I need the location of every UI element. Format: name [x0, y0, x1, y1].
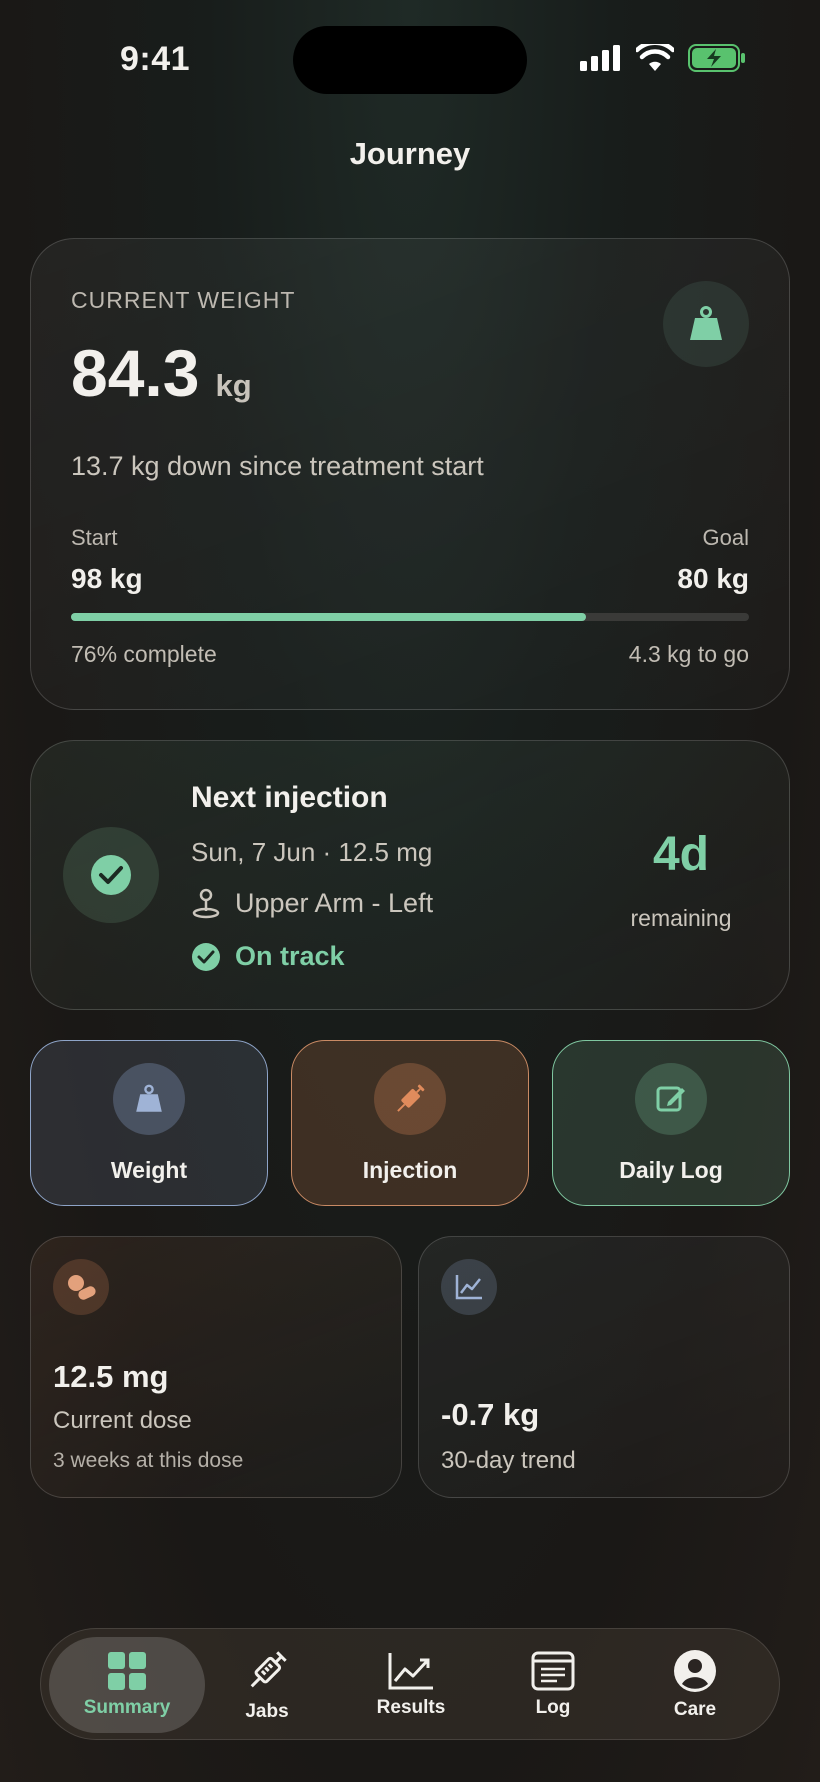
- pills-icon: [53, 1259, 109, 1315]
- weight-number: 84.3: [71, 336, 200, 410]
- injection-site-text: Upper Arm - Left: [235, 887, 434, 918]
- tab-summary-label: Summary: [83, 1697, 171, 1718]
- syringe-icon: [374, 1063, 446, 1135]
- daily-log-button[interactable]: Daily Log: [552, 1040, 790, 1206]
- current-dose-card[interactable]: 12.5 mg Current dose 3 weeks at this dos…: [30, 1236, 402, 1498]
- chart-icon: [388, 1653, 433, 1690]
- weight-icon: [663, 281, 749, 367]
- status-bar: 9:41: [0, 0, 820, 120]
- status-icons: [580, 44, 746, 72]
- syringe-icon: [250, 1651, 287, 1688]
- percent-complete: 76% complete: [71, 641, 217, 667]
- battery-charging-icon: [688, 44, 745, 72]
- tab-care[interactable]: Care: [617, 1637, 773, 1733]
- daily-log-label: Daily Log: [619, 1157, 723, 1183]
- current-dose-value: 12.5 mg: [53, 1359, 169, 1394]
- person-icon: [674, 1650, 716, 1692]
- start-value: 98 kg: [71, 563, 143, 594]
- goal-progress-bar: [71, 613, 749, 621]
- current-weight-card[interactable]: CURRENT WEIGHT 84.3 kg 13.7 kg down sinc…: [30, 238, 790, 710]
- tab-results-label: Results: [376, 1697, 446, 1718]
- trend-chart-icon: [441, 1259, 497, 1315]
- log-injection-label: Injection: [362, 1157, 458, 1183]
- trend-card[interactable]: -0.7 kg 30-day trend: [418, 1236, 790, 1498]
- edit-icon: [635, 1063, 707, 1135]
- days-remaining-label: remaining: [630, 905, 732, 931]
- check-circle-icon: [192, 942, 220, 971]
- status-time: 9:41: [120, 40, 191, 78]
- cellular-signal-icon: [580, 45, 620, 71]
- tab-log-label: Log: [535, 1697, 571, 1718]
- current-weight-value: 84.3 kg: [71, 335, 252, 411]
- grid-icon: [108, 1652, 146, 1690]
- tab-care-label: Care: [673, 1699, 717, 1720]
- tab-bar: Summary Jabs Results Log Care: [40, 1628, 780, 1740]
- check-circle-icon: [63, 827, 159, 923]
- weight-loss-summary: 13.7 kg down since treatment start: [71, 451, 484, 481]
- injection-site: Upper Arm - Left: [191, 887, 433, 919]
- weight-icon: [113, 1063, 185, 1135]
- next-injection-title: Next injection: [191, 781, 388, 814]
- location-pin-icon: [192, 888, 220, 919]
- dose-duration: 3 weeks at this dose: [53, 1449, 244, 1472]
- tab-log[interactable]: Log: [475, 1637, 631, 1733]
- trend-value: -0.7 kg: [441, 1397, 540, 1432]
- document-icon: [531, 1651, 575, 1691]
- injection-status-text: On track: [235, 941, 345, 971]
- goal-label: Goal: [702, 525, 749, 550]
- injection-date-dose: Sun, 7 Jun · 12.5 mg: [191, 837, 433, 867]
- current-weight-label: CURRENT WEIGHT: [71, 287, 296, 313]
- dynamic-island: [293, 26, 527, 94]
- log-weight-button[interactable]: Weight: [30, 1040, 268, 1206]
- wifi-icon: [636, 44, 674, 71]
- log-weight-label: Weight: [110, 1157, 188, 1183]
- start-label: Start: [71, 525, 118, 550]
- page-title: Journey: [349, 136, 471, 171]
- goal-value: 80 kg: [677, 563, 749, 594]
- tab-summary[interactable]: Summary: [49, 1637, 205, 1733]
- trend-label: 30-day trend: [441, 1447, 576, 1474]
- current-dose-label: Current dose: [53, 1407, 192, 1434]
- weight-unit: kg: [215, 368, 252, 403]
- next-injection-card[interactable]: Next injection Sun, 7 Jun · 12.5 mg Uppe…: [30, 740, 790, 1010]
- tab-jabs-label: Jabs: [245, 1701, 289, 1722]
- tab-results[interactable]: Results: [333, 1637, 489, 1733]
- log-injection-button[interactable]: Injection: [291, 1040, 529, 1206]
- tab-jabs[interactable]: Jabs: [189, 1637, 345, 1733]
- kg-to-go: 4.3 kg to go: [628, 641, 749, 667]
- goal-progress-fill: [71, 613, 587, 621]
- days-remaining-value: 4d: [652, 828, 709, 881]
- injection-status: On track: [191, 941, 345, 972]
